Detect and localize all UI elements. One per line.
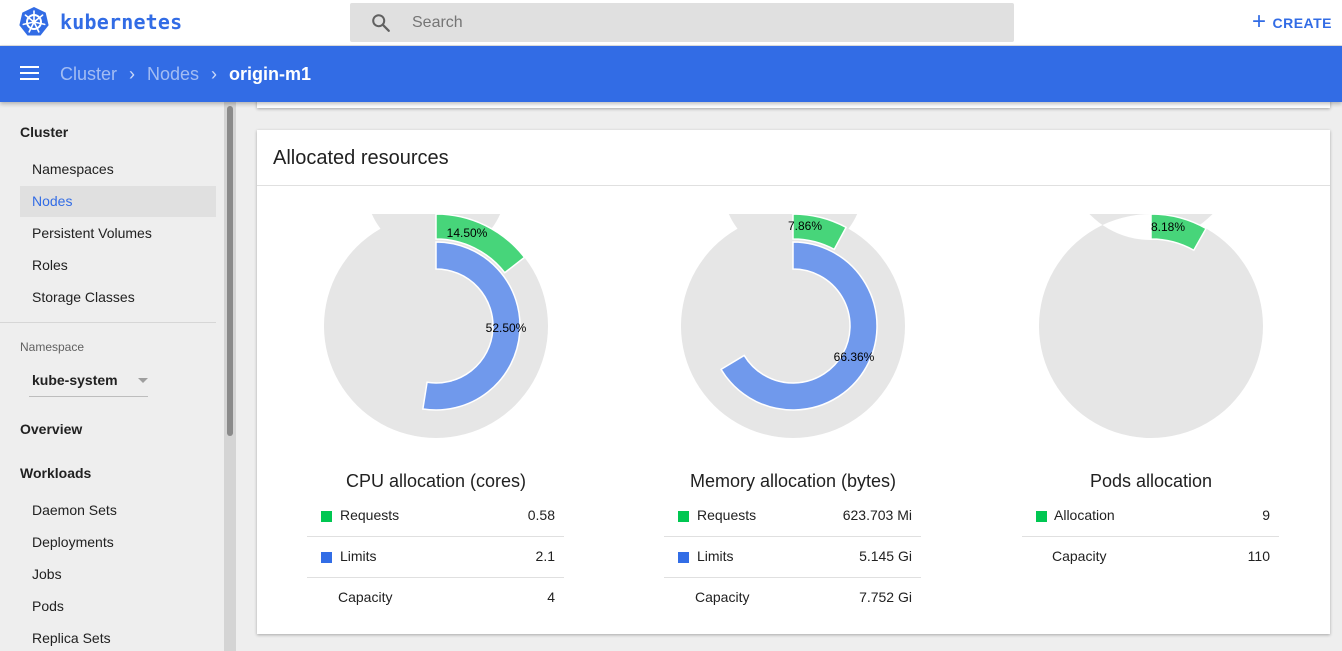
legend-value: 623.703 Mi	[842, 507, 912, 523]
breadcrumb-cluster[interactable]: Cluster	[60, 64, 117, 85]
pods-allocation-percent: 8.18%	[1151, 220, 1185, 234]
sidebar-scrollbar[interactable]	[224, 102, 236, 651]
namespace-select[interactable]: kube-system	[29, 366, 148, 397]
sidebar-item-replica-sets[interactable]: Replica Sets	[20, 623, 216, 651]
sidebar-item-jobs[interactable]: Jobs	[20, 559, 216, 590]
legend-row-capacity: Capacity 110	[1022, 537, 1279, 578]
top-toolbar: kubernetes + CREATE	[0, 0, 1342, 46]
sidebar-item-storage-classes[interactable]: Storage Classes	[20, 282, 216, 313]
cpu-allocation-title: CPU allocation (cores)	[345, 471, 527, 491]
memory-allocation-chart: 7.86% 66.36%	[681, 214, 905, 438]
kubernetes-logo[interactable]: kubernetes	[18, 6, 182, 38]
sidebar-item-deployments[interactable]: Deployments	[20, 527, 216, 558]
legend-label: Capacity	[338, 589, 393, 605]
legend-row-capacity: Capacity 4	[307, 578, 564, 619]
allocation-swatch-icon	[1036, 511, 1047, 522]
sidebar-heading-workloads[interactable]: Workloads	[20, 465, 91, 481]
memory-limits-percent: 66.36%	[834, 350, 875, 364]
chevron-right-icon: ›	[211, 63, 218, 84]
legend-value: 2.1	[535, 548, 555, 564]
chevron-right-icon: ›	[129, 63, 136, 84]
sidebar-item-persistent-volumes[interactable]: Persistent Volumes	[20, 218, 216, 249]
cpu-requests-percent: 14.50%	[447, 226, 488, 240]
card-title: Allocated resources	[273, 147, 449, 169]
breadcrumb-nodes[interactable]: Nodes	[147, 64, 199, 85]
sidebar-item-daemon-sets[interactable]: Daemon Sets	[20, 495, 216, 526]
limits-swatch-icon	[678, 552, 689, 563]
legend-value: 7.752 Gi	[859, 589, 912, 605]
legend-value: 5.145 Gi	[859, 548, 912, 564]
legend-row-limits: Limits 2.1	[307, 537, 564, 578]
create-label: CREATE	[1272, 15, 1332, 31]
brand-name: kubernetes	[60, 10, 183, 34]
card-divider	[257, 185, 1330, 186]
hamburger-menu-icon[interactable]	[20, 66, 39, 81]
legend-value: 110	[1247, 548, 1270, 564]
namespace-label: Namespace	[20, 340, 85, 354]
legend-label: Capacity	[1052, 548, 1107, 564]
legend-value: 0.58	[527, 507, 555, 523]
memory-allocation-legend: Requests 623.703 Mi Limits 5.145 Gi Capa…	[664, 496, 921, 619]
legend-row-capacity: Capacity 7.752 Gi	[664, 578, 921, 619]
pods-allocation-title: Pods allocation	[1089, 471, 1213, 491]
requests-swatch-icon	[321, 511, 332, 522]
breadcrumb-bar: Cluster › Nodes › origin-m1	[0, 46, 1342, 102]
sidebar-item-overview[interactable]: Overview	[20, 421, 82, 437]
sidebar-item-nodes[interactable]: Nodes	[20, 186, 216, 217]
search-bar[interactable]	[350, 3, 1014, 42]
legend-label: Capacity	[695, 589, 750, 605]
requests-swatch-icon	[678, 511, 689, 522]
limits-swatch-icon	[321, 552, 332, 563]
sidebar-item-namespaces[interactable]: Namespaces	[20, 154, 216, 185]
pods-allocation-legend: Allocation 9 Capacity 110	[1022, 496, 1279, 578]
memory-allocation-title: Memory allocation (bytes)	[689, 471, 897, 491]
pods-track	[1039, 214, 1263, 438]
breadcrumb: Cluster › Nodes › origin-m1	[60, 46, 311, 102]
legend-label: Requests	[340, 507, 400, 523]
legend-row-limits: Limits 5.145 Gi	[664, 537, 921, 578]
legend-label: Limits	[697, 548, 734, 564]
pods-allocation-chart: 8.18%	[1039, 214, 1263, 438]
sidebar-heading-cluster[interactable]: Cluster	[20, 124, 68, 140]
sidebar-item-pods[interactable]: Pods	[20, 591, 216, 622]
legend-label: Allocation	[1054, 507, 1115, 523]
legend-row-requests: Requests 623.703 Mi	[664, 496, 921, 537]
legend-value: 4	[547, 589, 555, 605]
kubernetes-wheel-icon	[19, 7, 49, 36]
search-icon	[372, 14, 390, 32]
scrollbar-thumb[interactable]	[227, 106, 233, 436]
sidebar: Cluster Namespaces Nodes Persistent Volu…	[0, 102, 224, 651]
legend-row-allocation: Allocation 9	[1022, 496, 1279, 537]
allocated-resources-card: Allocated resources 14.50% 52.50% CPU al…	[257, 130, 1330, 634]
legend-row-requests: Requests 0.58	[307, 496, 564, 537]
search-input[interactable]	[412, 3, 1002, 42]
legend-value: 9	[1262, 507, 1270, 523]
namespace-value: kube-system	[32, 372, 118, 388]
breadcrumb-current: origin-m1	[229, 63, 312, 84]
sidebar-divider	[0, 322, 216, 323]
cpu-allocation-legend: Requests 0.58 Limits 2.1 Capacity 4	[307, 496, 564, 619]
cpu-limits-percent: 52.50%	[486, 321, 527, 335]
memory-requests-percent: 7.86%	[788, 219, 822, 233]
dropdown-caret-icon	[138, 378, 148, 383]
create-button[interactable]: + CREATE	[1252, 10, 1332, 36]
cpu-allocation-chart: 14.50% 52.50%	[324, 214, 548, 438]
legend-label: Limits	[340, 548, 377, 564]
legend-label: Requests	[697, 507, 757, 523]
plus-icon: +	[1251, 8, 1267, 35]
sidebar-item-roles[interactable]: Roles	[20, 250, 216, 281]
